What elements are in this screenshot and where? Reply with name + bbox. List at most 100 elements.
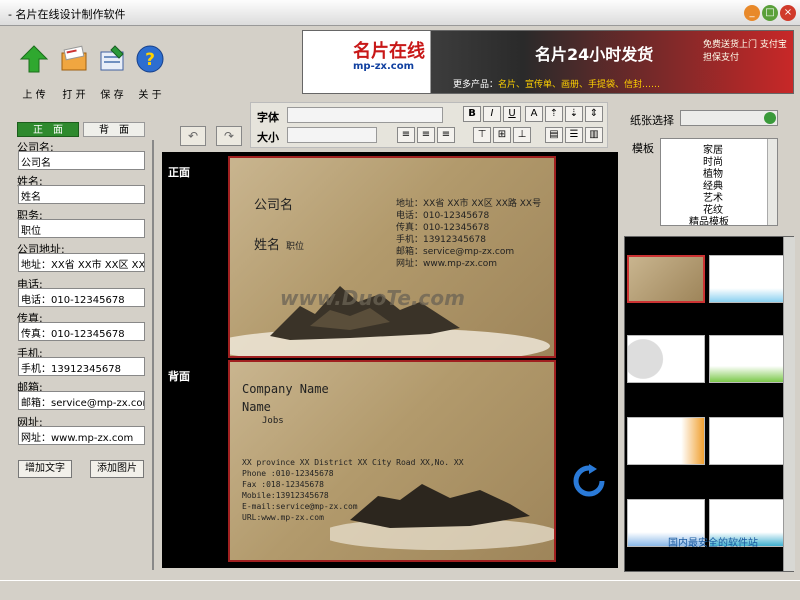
redo-button[interactable]: ↷ [216, 126, 242, 146]
save-button[interactable]: 保 存 [94, 44, 130, 101]
size-label: 大小 [257, 131, 279, 144]
back-line-mobile[interactable]: Mobile:13912345678 [242, 491, 329, 500]
back-side-label: 背面 [168, 370, 190, 383]
tree-scrollbar[interactable] [767, 139, 777, 225]
help-question-icon: ? [135, 44, 165, 74]
size-select[interactable] [287, 127, 377, 143]
close-icon[interactable]: × [780, 5, 796, 21]
align-left-icon: ≡ [401, 129, 411, 140]
undo-button[interactable]: ↶ [180, 126, 206, 146]
banner-logo: 名片在线 [353, 41, 425, 62]
spacing-reset-icon: ⇕ [589, 108, 599, 119]
position-input[interactable]: 职位 [18, 219, 145, 238]
site-watermark: 国内最安全的软件站 [668, 538, 758, 549]
tab-back[interactable]: 背 面 [83, 122, 145, 137]
back-card[interactable]: Company Name Name Jobs XX province XX Di… [228, 360, 556, 562]
paper-go-icon[interactable] [764, 112, 776, 124]
thumb-template-3[interactable] [627, 335, 705, 383]
align-middle-button[interactable]: ⊞ [493, 127, 511, 143]
front-company[interactable]: 公司名 [254, 194, 293, 213]
website-input[interactable]: 网址：www.mp-zx.com [18, 426, 145, 445]
template-label: 模板 [632, 142, 654, 155]
thumb-template-4[interactable] [709, 335, 787, 383]
upload-button[interactable]: 上 传 [16, 44, 52, 101]
back-line-phone[interactable]: Phone :010-12345678 [242, 469, 334, 478]
front-position[interactable]: 职位 [286, 239, 304, 252]
tab-front[interactable]: 正 面 [17, 122, 79, 137]
address-input[interactable]: 地址：XX省 XX市 XX区 XX [18, 253, 145, 272]
open-folder-icon [59, 44, 89, 74]
spacing-down-button[interactable]: ⇣ [565, 106, 583, 122]
layer-list-button[interactable]: ☰ [565, 127, 583, 143]
info-panel: 正 面 背 面 公司名: 公司名 姓名: 姓名 职务: 职位 公司地址: 地址：… [14, 120, 154, 570]
paper-select-label: 纸张选择 [630, 114, 674, 127]
align-right-button[interactable]: ≡ [437, 127, 455, 143]
add-text-button[interactable]: 增加文字 [18, 460, 72, 478]
mobile-input[interactable]: 手机：13912345678 [18, 357, 145, 376]
front-name[interactable]: 姓名 [254, 234, 280, 253]
layer-up-button[interactable]: ▤ [545, 127, 563, 143]
thumb-template-6[interactable] [709, 417, 787, 465]
align-center-button[interactable]: ≡ [417, 127, 435, 143]
save-label: 保 存 [100, 90, 124, 101]
about-button[interactable]: ? 关 于 [132, 44, 168, 101]
font-panel: 字体 大小 B I U A ⇡ ⇣ ⇕ ≡ ≡ ≡ ⊤ ⊞ ⊥ ▤ ☰ ▥ [250, 102, 608, 148]
layer-down-icon: ▥ [589, 129, 599, 140]
upload-arrow-icon [19, 44, 49, 74]
svg-text:?: ? [145, 50, 155, 70]
template-tree[interactable]: 家居 时尚 植物 经典 艺术 花纹 精品模板 [660, 138, 778, 226]
back-line-fax[interactable]: Fax :018-12345678 [242, 480, 324, 489]
panel-divider [152, 140, 154, 570]
spacing-up-icon: ⇡ [549, 108, 559, 119]
maximize-icon[interactable]: □ [762, 5, 778, 21]
align-bottom-icon: ⊥ [517, 129, 527, 140]
align-bottom-button[interactable]: ⊥ [513, 127, 531, 143]
minimize-icon[interactable]: _ [744, 5, 760, 21]
company-input[interactable]: 公司名 [18, 151, 145, 170]
banner-logo-sub: mp-zx.com [353, 61, 415, 72]
back-company[interactable]: Company Name [242, 382, 329, 396]
align-right-icon: ≡ [441, 129, 451, 140]
ad-banner[interactable]: 名片在线 mp-zx.com 名片24小时发货 免费送货上门 支付宝担保支付 更… [302, 30, 794, 94]
back-mountain-image [330, 484, 554, 550]
undo-icon: ↶ [187, 129, 199, 143]
phone-input[interactable]: 电话：010-12345678 [18, 288, 145, 307]
spacing-down-icon: ⇣ [569, 108, 579, 119]
align-left-button[interactable]: ≡ [397, 127, 415, 143]
banner-more-items: 名片、宣传单、画册、手提袋、信封…… [498, 80, 661, 90]
underline-button[interactable]: U [503, 106, 521, 122]
font-select[interactable] [287, 107, 443, 123]
back-line-url[interactable]: URL:www.mp-zx.com [242, 513, 324, 522]
italic-button[interactable]: I [483, 106, 501, 122]
thumbnails-scrollbar[interactable] [783, 237, 795, 571]
back-name[interactable]: Name [242, 400, 271, 414]
thumb-template-5[interactable] [627, 417, 705, 465]
text-color-button[interactable]: A [525, 106, 543, 122]
layer-down-button[interactable]: ▥ [585, 127, 603, 143]
fax-input[interactable]: 传真：010-12345678 [18, 322, 145, 341]
banner-more: 更多产品：名片、宣传单、画册、手提袋、信封…… [453, 77, 660, 90]
thumb-template-1[interactable] [627, 255, 705, 303]
title-bar: - 名片在线设计制作软件 _ □ × [0, 0, 800, 26]
align-top-icon: ⊤ [477, 129, 487, 140]
bold-button[interactable]: B [463, 106, 481, 122]
about-label: 关 于 [138, 90, 162, 101]
redo-icon: ↷ [223, 129, 235, 143]
window-title: - 名片在线设计制作软件 [8, 8, 126, 21]
front-card[interactable]: 公司名 姓名 职位 地址：XX省 XX市 XX区 XX路 XX号 电话：010-… [228, 156, 556, 358]
spacing-up-button[interactable]: ⇡ [545, 106, 563, 122]
email-input[interactable]: 邮箱：service@mp-zx.com [18, 391, 145, 410]
spacing-reset-button[interactable]: ⇕ [585, 106, 603, 122]
align-top-button[interactable]: ⊤ [473, 127, 491, 143]
add-image-button[interactable]: 添加图片 [90, 460, 144, 478]
thumb-template-2[interactable] [709, 255, 787, 303]
design-canvas: 正面 背面 公司名 姓名 职位 地址：XX省 XX市 XX区 XX路 XX号 电… [162, 152, 618, 568]
back-jobs[interactable]: Jobs [262, 416, 284, 426]
name-input[interactable]: 姓名 [18, 185, 145, 204]
back-line-address[interactable]: XX province XX District XX City Road XX,… [242, 458, 464, 467]
side-tabs: 正 面 背 面 [17, 122, 155, 137]
open-button[interactable]: 打 开 [56, 44, 92, 101]
tree-item-premium[interactable]: 精品模板 [689, 213, 729, 225]
front-side-label: 正面 [168, 166, 190, 179]
rotate-icon[interactable] [572, 464, 606, 498]
